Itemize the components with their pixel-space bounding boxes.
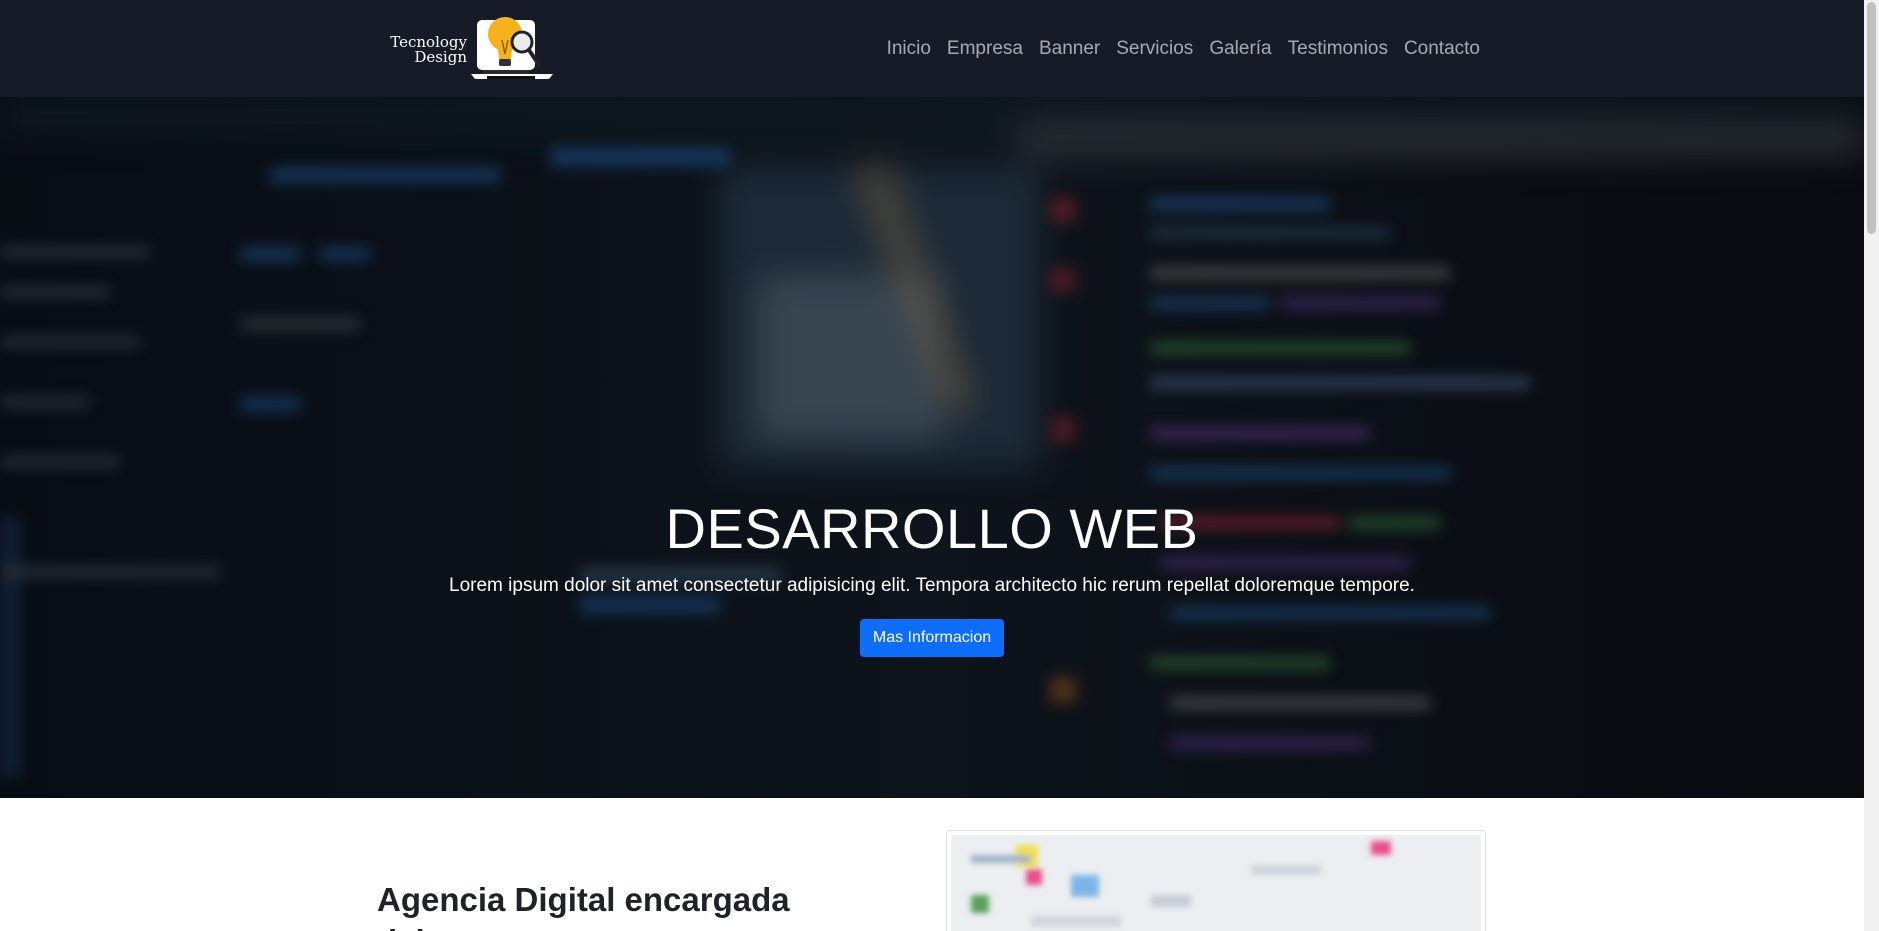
more-info-button[interactable]: Mas Informacion xyxy=(859,619,1005,657)
main-nav: Inicio Empresa Banner Servicios Galería … xyxy=(871,0,1480,97)
sticky-notes-board-image xyxy=(951,835,1481,931)
hero-overlay xyxy=(0,97,1864,798)
lightbulb-magnifier-laptop-icon xyxy=(471,17,553,79)
brand-name: Tecnology Design xyxy=(383,35,467,65)
nav-link-banner[interactable]: Banner xyxy=(1039,38,1100,60)
nav-link-empresa[interactable]: Empresa xyxy=(947,38,1023,60)
nav-link-inicio[interactable]: Inicio xyxy=(887,38,931,60)
hero-content: DESARROLLO WEB Lorem ipsum dolor sit ame… xyxy=(0,497,1864,657)
nav-link-servicios[interactable]: Servicios xyxy=(1116,38,1193,60)
brand-line-2: Design xyxy=(414,48,467,66)
scrollbar-thumb[interactable] xyxy=(1867,2,1876,234)
hero-banner: DESARROLLO WEB Lorem ipsum dolor sit ame… xyxy=(0,97,1864,798)
brand-logo-link[interactable]: Tecnology Design xyxy=(383,10,553,86)
about-title: Agencia Digital encargada del xyxy=(377,881,790,931)
hero-title: DESARROLLO WEB xyxy=(665,497,1199,560)
nav-link-testimonios[interactable]: Testimonios xyxy=(1288,38,1388,60)
about-image xyxy=(951,835,1481,931)
about-section: Agencia Digital encargada del xyxy=(0,798,1864,931)
about-image-frame xyxy=(946,830,1486,931)
nav-link-contacto[interactable]: Contacto xyxy=(1404,38,1480,60)
nav-link-galeria[interactable]: Galería xyxy=(1209,38,1271,60)
hero-subtitle: Lorem ipsum dolor sit amet consectetur a… xyxy=(449,575,1415,596)
navbar: Tecnology Design Inicio Empresa Banner S… xyxy=(0,0,1864,97)
page-scrollbar[interactable] xyxy=(1864,0,1879,931)
